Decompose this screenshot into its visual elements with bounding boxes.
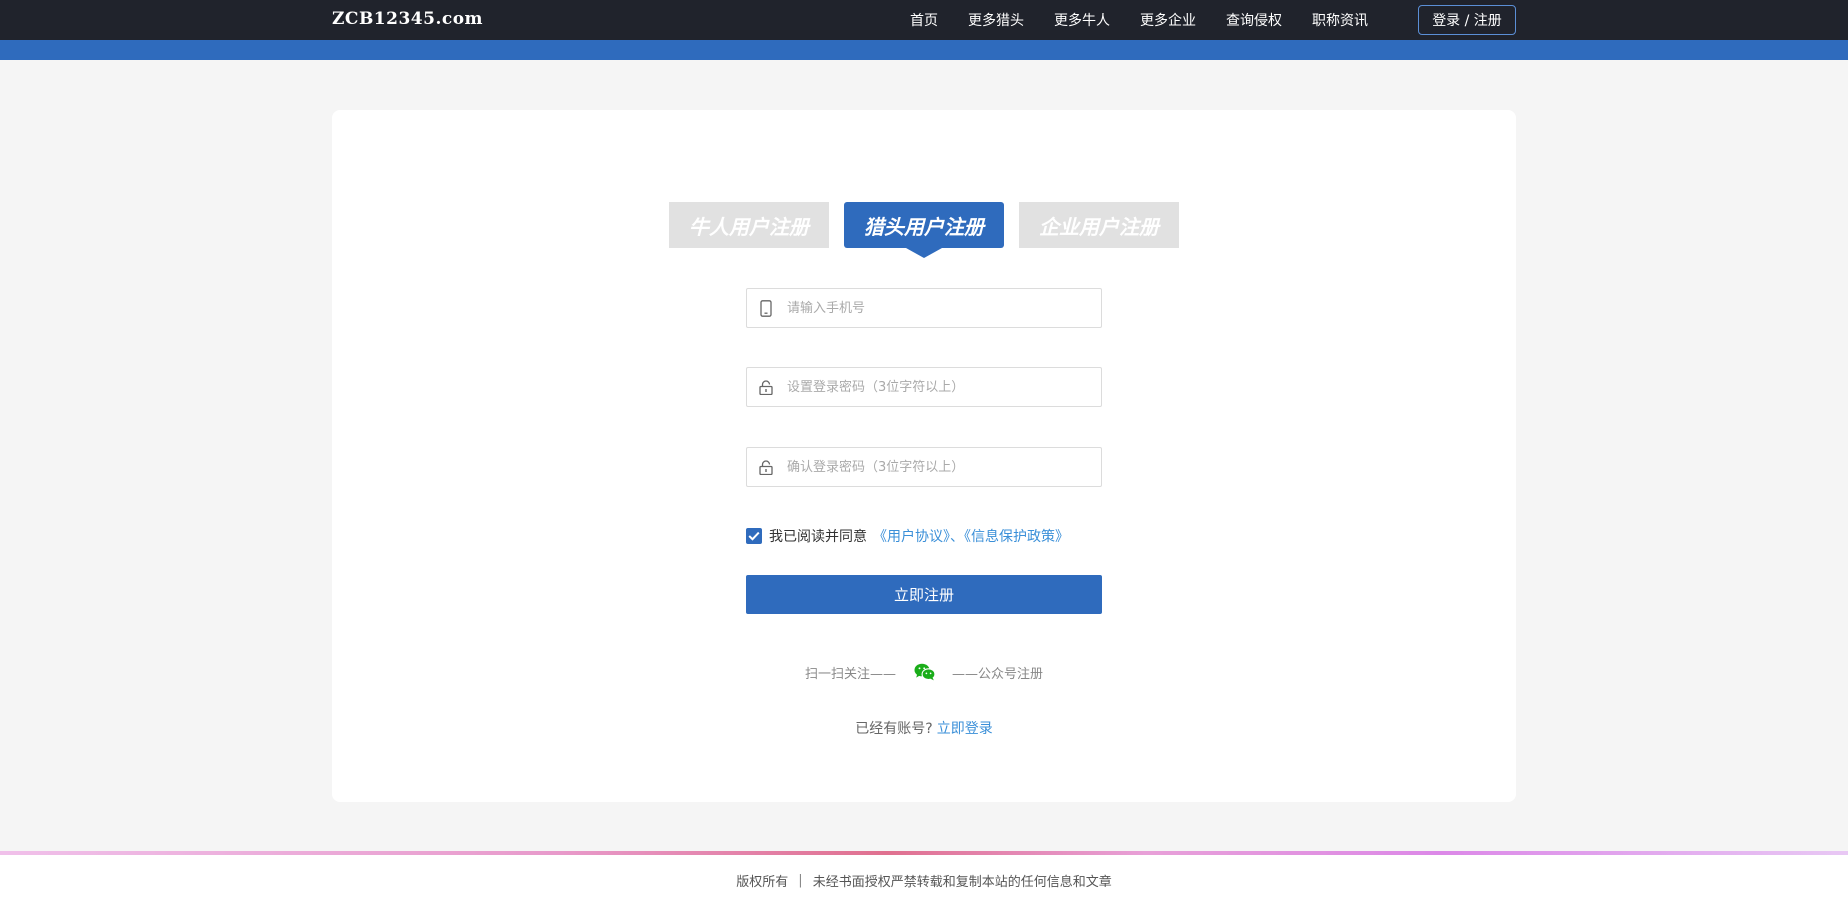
footer-notice: 未经书面授权严禁转载和复制本站的任何信息和文章	[812, 874, 1112, 890]
lock-icon	[747, 448, 785, 486]
login-register-button[interactable]: 登录 / 注册	[1418, 5, 1516, 35]
confirm-password-input[interactable]	[785, 458, 1101, 476]
tab-company-register[interactable]: 企业用户注册	[1019, 202, 1179, 248]
footer-separator: |	[798, 872, 803, 888]
login-now-link[interactable]: 立即登录	[937, 721, 993, 737]
confirm-password-field	[746, 447, 1102, 487]
password-field	[746, 367, 1102, 407]
footer-copyright: 版权所有	[736, 874, 789, 890]
main-nav: 首页 更多猎头 更多牛人 更多企业 查询侵权 职称资讯	[910, 0, 1398, 40]
nav-query-infringement[interactable]: 查询侵权	[1226, 10, 1282, 30]
nav-more-headhunters[interactable]: 更多猎头	[968, 10, 1024, 30]
agreement-policy-link[interactable]: 《用户协议》、《信息保护政策》	[873, 526, 1069, 546]
footer: 版权所有 | 未经书面授权严禁转载和复制本站的任何信息和文章	[0, 855, 1848, 905]
tab-talent-register[interactable]: 牛人用户注册	[669, 202, 829, 248]
nav-title-news[interactable]: 职称资讯	[1312, 10, 1368, 30]
scan-follow-text: 扫一扫关注——	[804, 666, 896, 682]
password-input[interactable]	[785, 378, 1101, 396]
agree-checkbox[interactable]	[746, 528, 762, 544]
check-icon	[748, 531, 760, 541]
agree-text: 我已阅读并同意	[769, 529, 867, 545]
register-submit-button[interactable]: 立即注册	[746, 575, 1102, 614]
header-accent-bar	[0, 40, 1848, 60]
phone-field	[746, 288, 1102, 328]
nav-home[interactable]: 首页	[910, 10, 938, 30]
phone-icon	[747, 289, 785, 327]
existing-account-row: 已经有账号? 立即登录	[746, 718, 1102, 738]
site-logo[interactable]: ZCB12345.com	[332, 9, 483, 29]
agreement-row: 我已阅读并同意 《用户协议》、《信息保护政策》	[746, 526, 1069, 546]
nav-more-talents[interactable]: 更多牛人	[1054, 10, 1110, 30]
phone-input[interactable]	[785, 299, 1101, 317]
register-tabs: 牛人用户注册 猎头用户注册 企业用户注册	[669, 202, 1194, 258]
tab-headhunter-register[interactable]: 猎头用户注册	[844, 202, 1004, 258]
lock-icon	[747, 368, 785, 406]
top-navbar: ZCB12345.com 首页 更多猎头 更多牛人 更多企业 查询侵权 职称资讯…	[0, 0, 1848, 40]
existing-account-text: 已经有账号?	[855, 721, 933, 737]
wechat-icon[interactable]	[914, 663, 936, 681]
official-account-register-text: ——公众号注册	[952, 666, 1044, 682]
wechat-scan-row: 扫一扫关注—— ——公众号注册	[746, 662, 1102, 682]
nav-more-companies[interactable]: 更多企业	[1140, 10, 1196, 30]
